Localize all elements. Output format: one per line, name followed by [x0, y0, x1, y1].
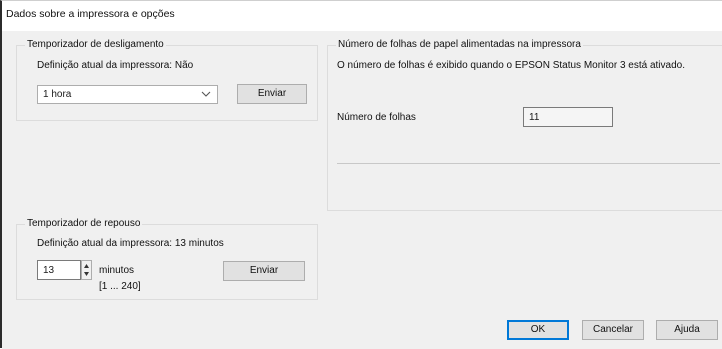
power-off-timer-select[interactable]: 1 hora	[37, 85, 218, 104]
cancel-button[interactable]: Cancelar	[582, 320, 644, 340]
paper-sheets-info: O número de folhas é exibido quando o EP…	[337, 60, 685, 71]
sleep-timer-range: [1 ... 240]	[99, 281, 141, 292]
sleep-timer-group: Temporizador de repouso Definição atual …	[16, 218, 318, 300]
power-off-current-setting: Definição atual da impressora: Não	[37, 60, 194, 71]
arrow-up-icon[interactable]	[83, 262, 90, 270]
power-off-timer-value: 1 hora	[43, 89, 72, 100]
sheet-count-label: Número de folhas	[337, 112, 416, 123]
sheet-count-value: 11	[529, 112, 540, 123]
ok-button[interactable]: OK	[507, 320, 569, 340]
dialog-body: Temporizador de desligamento Definição a…	[2, 31, 722, 349]
sheet-count-field: 11	[523, 107, 613, 127]
sleep-send-button[interactable]: Enviar	[223, 261, 305, 281]
window-title: Dados sobre a impressora e opções	[6, 8, 175, 20]
sleep-current-setting: Definição atual da impressora: 13 minuto…	[37, 238, 224, 249]
sleep-timer-unit: minutos	[99, 265, 135, 276]
help-button[interactable]: Ajuda	[656, 320, 718, 340]
printer-options-dialog: Dados sobre a impressora e opções Tempor…	[0, 0, 722, 349]
sleep-timer-input[interactable]: 13	[37, 260, 81, 280]
power-off-timer-group: Temporizador de desligamento Definição a…	[16, 39, 318, 121]
sleep-timer-stepper[interactable]	[81, 260, 92, 280]
separator-line	[337, 163, 720, 164]
sleep-timer-value: 13	[43, 265, 55, 276]
paper-sheets-title: Número de folhas de papel alimentadas na…	[336, 39, 583, 50]
chevron-down-icon	[201, 91, 211, 97]
power-off-send-button[interactable]: Enviar	[237, 84, 307, 104]
sleep-timer-title: Temporizador de repouso	[25, 218, 143, 229]
power-off-timer-title: Temporizador de desligamento	[25, 39, 166, 50]
paper-sheets-group: Número de folhas de papel alimentadas na…	[327, 39, 722, 211]
arrow-down-icon[interactable]	[83, 270, 90, 278]
